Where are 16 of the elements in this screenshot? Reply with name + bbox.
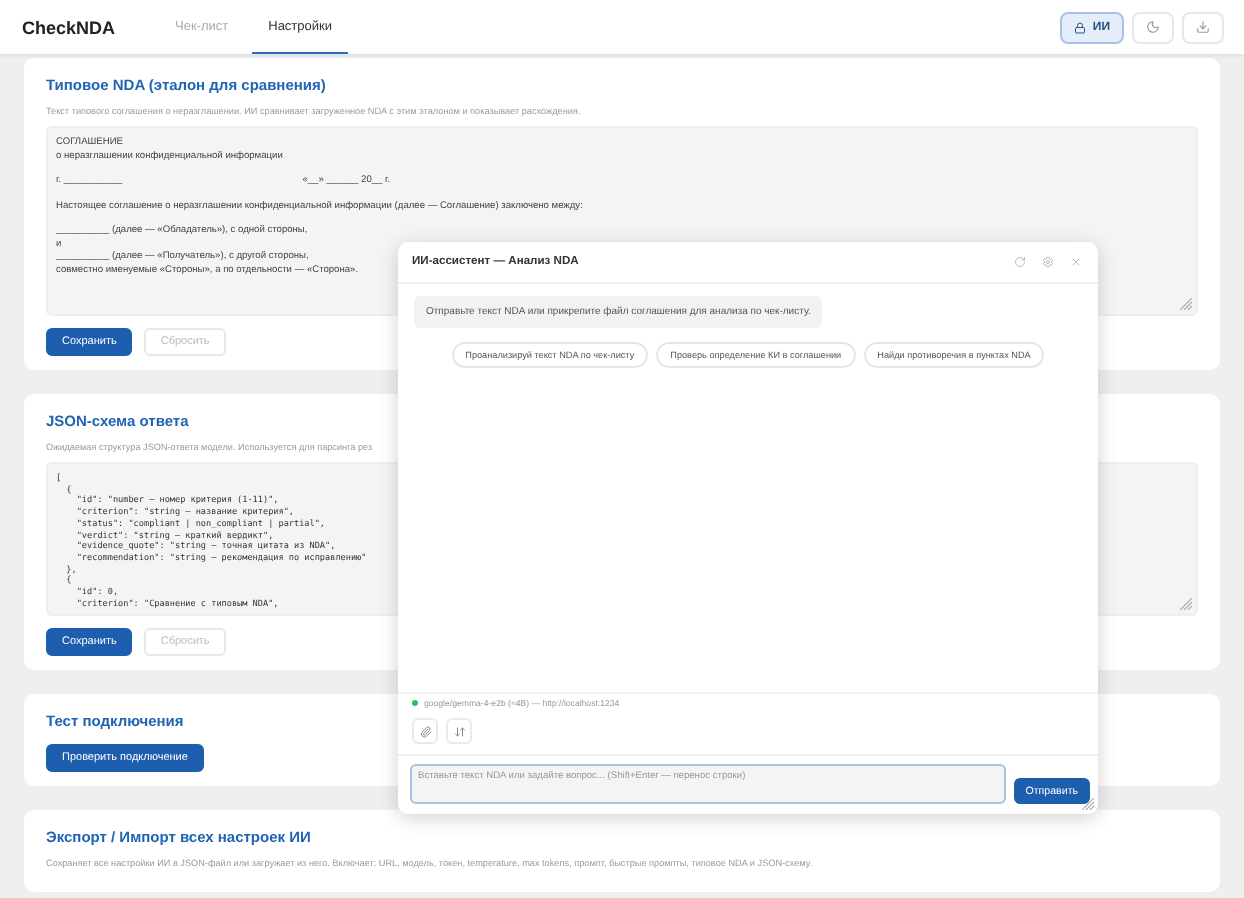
swap-button[interactable] bbox=[446, 718, 472, 744]
lock-icon bbox=[1074, 21, 1087, 33]
paperclip-icon bbox=[419, 725, 431, 737]
refresh-icon[interactable] bbox=[1014, 256, 1026, 268]
resize-handle-icon[interactable] bbox=[1082, 798, 1094, 810]
resize-handle-icon[interactable] bbox=[1180, 298, 1192, 310]
close-icon[interactable] bbox=[1070, 256, 1082, 268]
resize-handle-icon[interactable] bbox=[1180, 598, 1192, 610]
attach-button[interactable] bbox=[412, 718, 438, 744]
theme-button[interactable] bbox=[1132, 11, 1174, 43]
download-icon bbox=[1196, 20, 1210, 34]
arrows-icon bbox=[453, 725, 465, 737]
download-button[interactable] bbox=[1182, 11, 1224, 43]
settings-icon[interactable] bbox=[1042, 256, 1054, 268]
app-logo: CheckNDA bbox=[22, 17, 116, 37]
moon-icon bbox=[1146, 20, 1160, 34]
